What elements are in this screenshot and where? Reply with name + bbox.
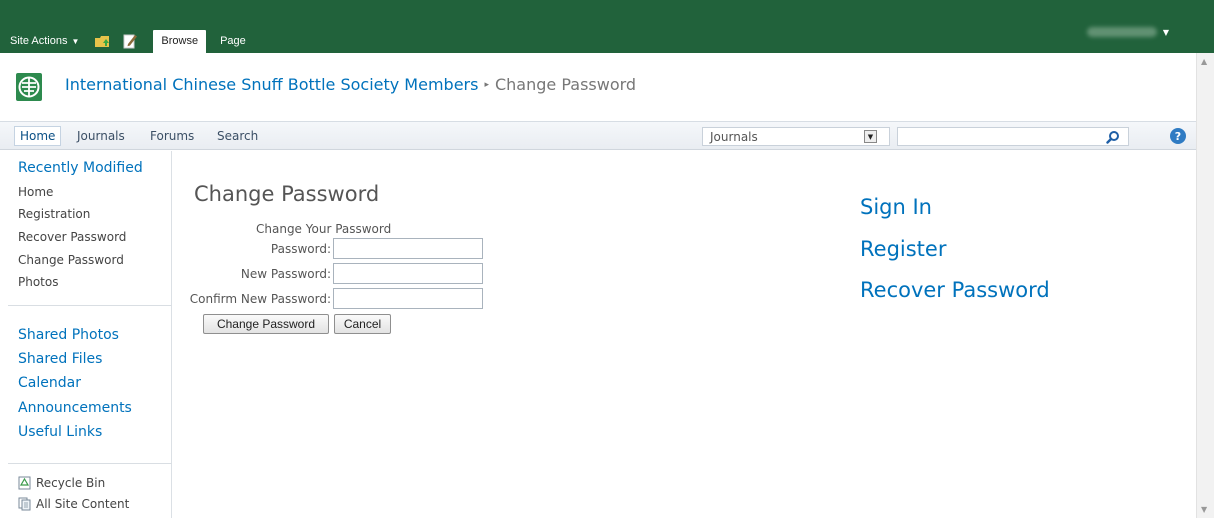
chevron-down-icon: ▼ bbox=[1162, 27, 1169, 37]
topnav-item-home[interactable]: Home bbox=[14, 126, 62, 146]
left-nav-divider bbox=[8, 463, 172, 464]
password-label: Password: bbox=[270, 242, 331, 256]
new-password-label: New Password: bbox=[240, 267, 331, 281]
search-icon[interactable] bbox=[1105, 129, 1121, 145]
search-input[interactable] bbox=[897, 127, 1129, 146]
recent-item-recover-password[interactable]: Recover Password bbox=[18, 230, 126, 244]
topnav-item-search[interactable]: Search bbox=[212, 126, 263, 146]
vertical-scrollbar[interactable]: ▲ ▼ bbox=[1196, 53, 1214, 518]
search-scope-select[interactable]: Journals ▼ bbox=[702, 127, 890, 146]
confirm-password-label: Confirm New Password: bbox=[189, 292, 331, 306]
user-name-redacted bbox=[1086, 27, 1157, 37]
all-site-content-link[interactable]: All Site Content bbox=[18, 497, 129, 511]
recycle-bin-label: Recycle Bin bbox=[36, 476, 106, 490]
edit-page-icon[interactable] bbox=[121, 32, 139, 50]
user-menu[interactable]: ▼ bbox=[1086, 24, 1169, 40]
recent-item-home[interactable]: Home bbox=[18, 185, 53, 199]
navigate-up-icon[interactable] bbox=[93, 32, 111, 50]
site-logo-icon[interactable] bbox=[16, 73, 42, 101]
cancel-button[interactable]: Cancel bbox=[334, 314, 391, 334]
breadcrumb-current: Change Password bbox=[494, 75, 637, 94]
new-password-field[interactable] bbox=[333, 263, 483, 284]
recycle-bin-icon bbox=[18, 476, 31, 490]
confirm-password-field[interactable] bbox=[333, 288, 483, 309]
recent-item-registration[interactable]: Registration bbox=[18, 207, 90, 221]
breadcrumb-separator: ▸ bbox=[484, 79, 489, 90]
nav-link-useful-links[interactable]: Useful Links bbox=[18, 424, 102, 440]
nav-link-calendar[interactable]: Calendar bbox=[18, 375, 81, 391]
all-site-content-label: All Site Content bbox=[36, 497, 130, 511]
recently-modified-heading[interactable]: Recently Modified bbox=[18, 160, 143, 176]
search-scope-value: Journals bbox=[710, 129, 758, 144]
title-area: International Chinese Snuff Bottle Socie… bbox=[0, 53, 1196, 119]
nav-link-shared-photos[interactable]: Shared Photos bbox=[18, 327, 119, 343]
nav-link-announcements[interactable]: Announcements bbox=[18, 400, 132, 416]
register-link[interactable]: Register bbox=[860, 237, 946, 261]
breadcrumb: International Chinese Snuff Bottle Socie… bbox=[65, 75, 636, 94]
tab-browse[interactable]: Browse bbox=[153, 29, 207, 53]
quick-launch: Recently Modified Home Registration Reco… bbox=[0, 151, 172, 518]
page-title: Change Password bbox=[194, 182, 380, 206]
chevron-down-icon[interactable]: ▼ bbox=[864, 130, 877, 143]
site-actions-label: Site Actions bbox=[10, 35, 68, 47]
sign-in-link[interactable]: Sign In bbox=[860, 195, 932, 219]
tab-page[interactable]: Page bbox=[212, 30, 254, 53]
topnav-item-forums[interactable]: Forums bbox=[145, 126, 199, 146]
nav-link-shared-files[interactable]: Shared Files bbox=[18, 351, 102, 367]
recover-password-link[interactable]: Recover Password bbox=[860, 278, 1050, 302]
help-icon[interactable]: ? bbox=[1170, 128, 1186, 144]
change-password-button[interactable]: Change Password bbox=[203, 314, 329, 334]
scroll-down-arrow-icon[interactable]: ▼ bbox=[1201, 505, 1207, 514]
breadcrumb-site-link[interactable]: International Chinese Snuff Bottle Socie… bbox=[65, 75, 478, 94]
recent-item-photos[interactable]: Photos bbox=[18, 275, 58, 289]
chevron-down-icon: ▼ bbox=[71, 36, 80, 46]
topnav-item-journals[interactable]: Journals bbox=[72, 126, 130, 146]
ribbon-left-group: Site Actions ▼ Browse Page bbox=[6, 29, 254, 53]
recycle-bin-link[interactable]: Recycle Bin bbox=[18, 476, 105, 490]
top-navigation: Home Journals Forums Search Journals ▼ ? bbox=[0, 121, 1196, 150]
form-caption: Change Your Password bbox=[256, 222, 392, 236]
site-content-icon bbox=[18, 497, 31, 511]
scroll-up-arrow-icon[interactable]: ▲ bbox=[1201, 57, 1207, 66]
ribbon-bar: Site Actions ▼ Browse Page ▼ bbox=[0, 0, 1214, 53]
recent-item-change-password[interactable]: Change Password bbox=[18, 253, 124, 267]
site-actions-menu[interactable]: Site Actions ▼ bbox=[6, 30, 83, 52]
password-field[interactable] bbox=[333, 238, 483, 259]
left-nav-divider bbox=[8, 305, 172, 306]
